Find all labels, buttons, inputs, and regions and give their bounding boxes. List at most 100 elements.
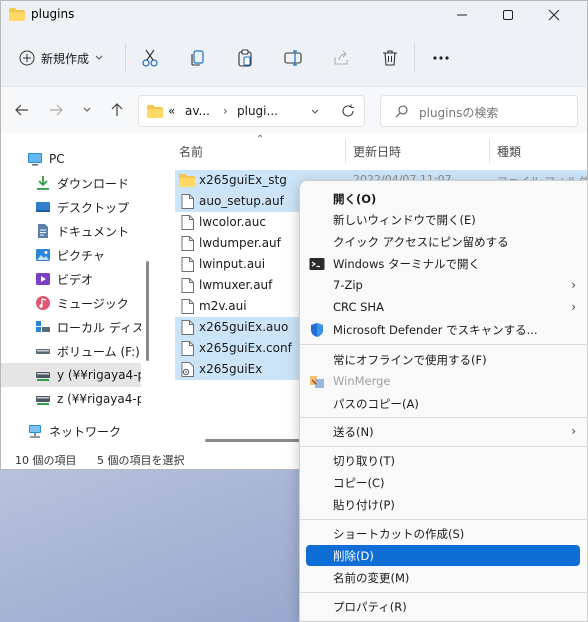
menu-item-open[interactable]: 開く(O) [306, 188, 580, 209]
breadcrumb-segment[interactable]: plugi... [237, 104, 278, 118]
maximize-button[interactable] [485, 1, 531, 29]
back-button[interactable] [10, 97, 34, 123]
paste-button[interactable] [232, 45, 258, 71]
download-icon [37, 176, 49, 190]
refresh-icon[interactable] [341, 104, 355, 118]
menu-item-cut[interactable]: 切り取り(T) [306, 450, 580, 471]
toolbar-divider [125, 43, 126, 73]
chevron-down-icon [95, 55, 103, 60]
column-header-date[interactable]: 更新日時 [353, 143, 401, 160]
recent-locations-button[interactable] [75, 97, 99, 123]
file-icon [181, 320, 194, 335]
address-overflow[interactable]: « [168, 104, 175, 118]
menu-item-rename[interactable]: 名前の変更(M) [306, 567, 580, 588]
column-header-name[interactable]: 名前 [179, 143, 203, 160]
menu-item-always-offline[interactable]: 常にオフラインで使用する(F) [306, 349, 580, 370]
scissors-icon [142, 49, 158, 67]
forward-button[interactable] [44, 97, 68, 123]
menu-item-paste[interactable]: 貼り付け(P) [306, 494, 580, 515]
sidebar-item-desktop[interactable]: デスクトップ [1, 195, 141, 219]
sidebar-item-local-disk[interactable]: ローカル ディスク (C [1, 315, 141, 339]
column-divider[interactable] [489, 139, 490, 163]
menu-item-winmerge[interactable]: WinMerge [306, 371, 580, 392]
menu-item-open-terminal[interactable]: Windows ターミナルで開く [306, 253, 580, 274]
sort-ascending-icon: ⌃ [256, 134, 265, 145]
sidebar-item-pc[interactable]: PC [1, 147, 141, 171]
sidebar-item-network-drive-y[interactable]: y (¥¥rigaya4-pc) [1, 363, 141, 387]
menu-item-pin-quick-access[interactable]: クイック アクセスにピン留めする [306, 231, 580, 252]
address-bar[interactable]: « av... › plugi... [138, 95, 365, 127]
menu-item-properties[interactable]: プロパティ(R) [306, 596, 580, 617]
menu-item-copy-path[interactable]: パスのコピー(A) [306, 393, 580, 414]
sidebar-item-volume-f[interactable]: ボリューム (F:) [1, 339, 141, 363]
file-icon [181, 257, 194, 272]
file-name: lwinput.aui [199, 257, 266, 271]
menu-item-copy[interactable]: コピー(C) [306, 472, 580, 493]
terminal-icon [309, 258, 325, 270]
sidebar-scrollbar[interactable] [146, 261, 149, 361]
music-icon [36, 296, 50, 310]
file-name: auo_setup.auf [199, 194, 284, 208]
menu-item-crc-sha[interactable]: CRC SHA › [306, 297, 580, 318]
title-bar[interactable]: plugins [1, 1, 587, 29]
column-header-type[interactable]: 種類 [497, 143, 521, 160]
new-button[interactable]: 新規作成 [11, 42, 115, 74]
file-name: x265guiEx_stg [199, 173, 287, 187]
share-button[interactable] [328, 45, 354, 71]
network-drive-icon [36, 396, 50, 405]
sidebar-item-videos[interactable]: ビデオ [1, 267, 141, 291]
context-menu: 開く(O) 新しいウィンドウで開く(E) クイック アクセスにピン留めする Wi… [299, 180, 588, 622]
trash-icon [383, 50, 397, 66]
defender-shield-icon [311, 323, 323, 337]
arrow-right-icon [50, 104, 63, 116]
file-name: x265guiEx [199, 362, 263, 376]
menu-divider [300, 344, 588, 345]
menu-item-defender-scan[interactable]: Microsoft Defender でスキャンする... [306, 319, 580, 340]
menu-item-send-to[interactable]: 送る(N) › [306, 421, 580, 442]
folder-icon [147, 105, 163, 118]
rename-icon [284, 50, 302, 66]
menu-divider [300, 592, 588, 593]
chevron-down-icon[interactable] [311, 109, 319, 115]
close-button[interactable] [531, 1, 577, 29]
minimize-button[interactable] [439, 1, 485, 29]
search-box[interactable]: pluginsの検索 [380, 95, 578, 127]
file-icon [181, 341, 194, 356]
breadcrumb-segment[interactable]: av... [185, 104, 210, 118]
folder-icon [179, 174, 195, 187]
search-input[interactable]: pluginsの検索 [419, 104, 498, 121]
menu-divider [300, 417, 588, 418]
more-options-button[interactable] [428, 45, 454, 71]
new-button-label: 新規作成 [41, 51, 90, 66]
network-icon [29, 425, 41, 438]
column-divider[interactable] [345, 139, 346, 163]
more-icon [433, 56, 449, 60]
cut-button[interactable] [137, 45, 163, 71]
menu-item-create-shortcut[interactable]: ショートカットの作成(S) [306, 523, 580, 544]
window-title: plugins [31, 7, 75, 21]
up-button[interactable] [105, 97, 129, 123]
menu-item-delete[interactable]: 削除(D) [306, 545, 580, 566]
navigation-pane: PC ダウンロード デスクトップ ドキュメント ピクチャ ビデオ ミュージック [1, 133, 161, 445]
maximize-icon [503, 10, 513, 20]
sidebar-item-pictures[interactable]: ピクチャ [1, 243, 141, 267]
menu-item-7zip[interactable]: 7-Zip › [306, 275, 580, 296]
toolbar-divider [414, 43, 415, 73]
breadcrumb-separator: › [223, 104, 228, 118]
delete-button[interactable] [377, 45, 403, 71]
sidebar-item-network[interactable]: ネットワーク [1, 419, 141, 443]
sidebar-item-documents[interactable]: ドキュメント [1, 219, 141, 243]
document-icon [38, 224, 48, 238]
sidebar-item-downloads[interactable]: ダウンロード [1, 171, 141, 195]
rename-button[interactable] [280, 45, 306, 71]
winmerge-icon [310, 376, 324, 388]
plus-circle-icon [19, 50, 35, 66]
command-bar: 新規作成 [1, 29, 587, 87]
sidebar-item-network-drive-z[interactable]: z (¥¥rigaya4-pc) [1, 387, 141, 411]
file-name: x265guiEx.conf [199, 341, 292, 355]
sidebar-item-music[interactable]: ミュージック [1, 291, 141, 315]
menu-item-open-new-window[interactable]: 新しいウィンドウで開く(E) [306, 209, 580, 230]
selection-count: 5 個の項目を選択 [97, 454, 185, 467]
network-drive-icon [36, 372, 50, 381]
copy-button[interactable] [185, 45, 211, 71]
